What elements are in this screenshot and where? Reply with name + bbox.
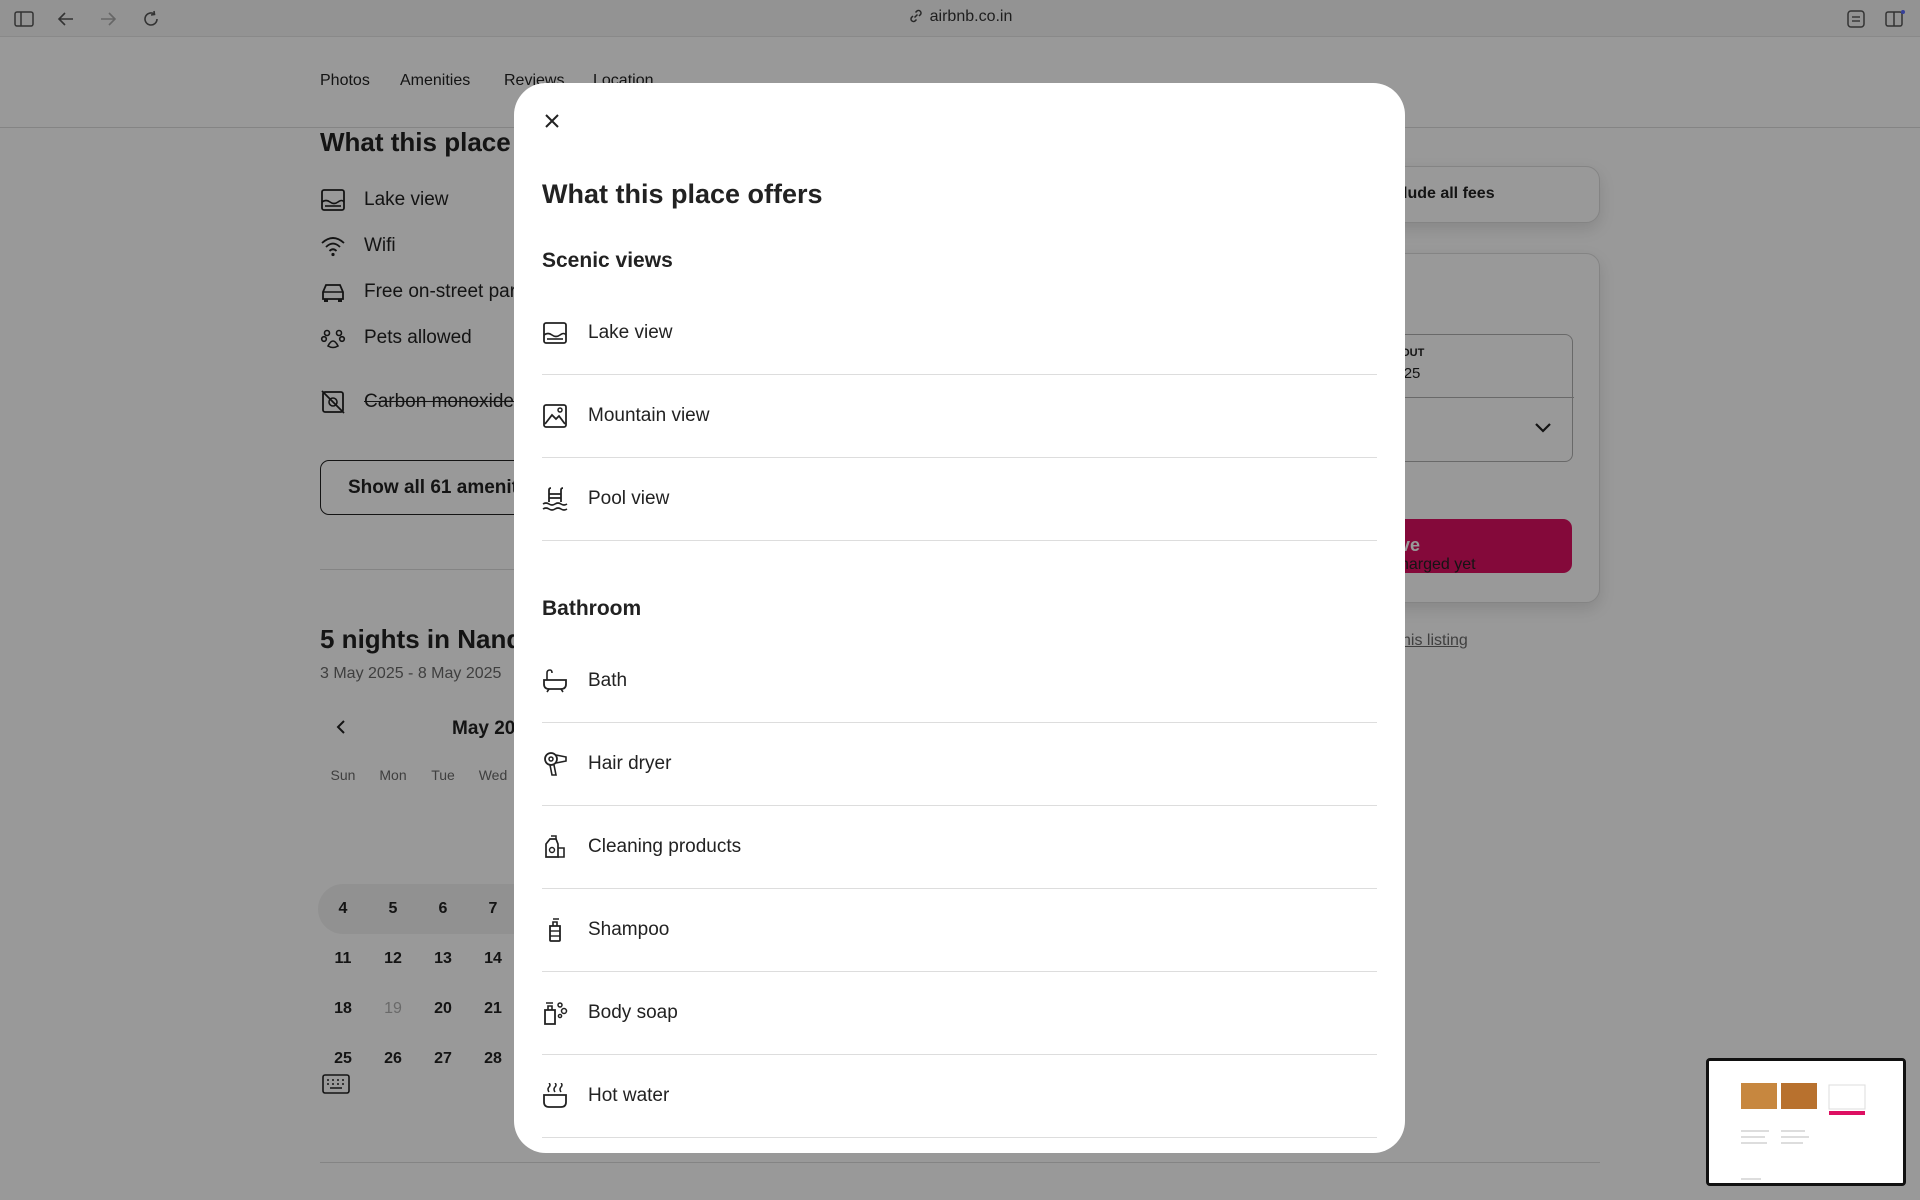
amenity-label: Hot water	[588, 1085, 670, 1106]
pool-view-icon	[542, 487, 568, 511]
lake-view-icon	[543, 322, 567, 344]
amenity-label: Hair dryer	[588, 753, 672, 774]
close-icon	[545, 114, 559, 128]
close-button[interactable]	[536, 105, 568, 137]
amenity-label: Body soap	[588, 1002, 678, 1023]
modal-title: What this place offers	[542, 179, 823, 209]
amenity-row-hot-water: Hot water	[542, 1055, 1377, 1138]
amenity-row-cleaning-products: Cleaning products	[542, 806, 1377, 889]
shampoo-icon	[549, 918, 561, 942]
amenity-row-mountain-view: Mountain view	[542, 375, 1377, 458]
section-title-bathroom: Bathroom	[542, 597, 642, 620]
amenity-label: Mountain view	[588, 405, 710, 426]
amenity-row-hair-dryer: Hair dryer	[542, 723, 1377, 806]
bathtub-icon	[543, 669, 567, 693]
amenity-row-lake-view: Lake view	[542, 292, 1377, 375]
hot-water-icon	[543, 1083, 567, 1108]
amenity-row-body-soap: Body soap	[542, 972, 1377, 1055]
mountain-view-icon	[543, 404, 567, 428]
screenshot-thumbnail[interactable]	[1706, 1058, 1906, 1186]
amenity-label: Shampoo	[588, 919, 670, 940]
amenity-label: Pool view	[588, 488, 670, 509]
amenities-modal: What this place offers Scenic views Lake…	[514, 83, 1405, 1153]
cleaning-products-icon	[545, 835, 565, 858]
body-soap-icon	[544, 1002, 568, 1025]
amenity-row-pool-view: Pool view	[542, 458, 1377, 541]
amenity-row-bath: Bath	[542, 640, 1377, 723]
hair-dryer-icon	[544, 752, 567, 776]
amenity-label: Cleaning products	[588, 836, 742, 857]
amenity-row-shampoo: Shampoo	[542, 889, 1377, 972]
amenity-label: Bath	[588, 670, 628, 691]
section-title-scenic-views: Scenic views	[542, 249, 673, 272]
amenity-label: Lake view	[588, 322, 673, 343]
